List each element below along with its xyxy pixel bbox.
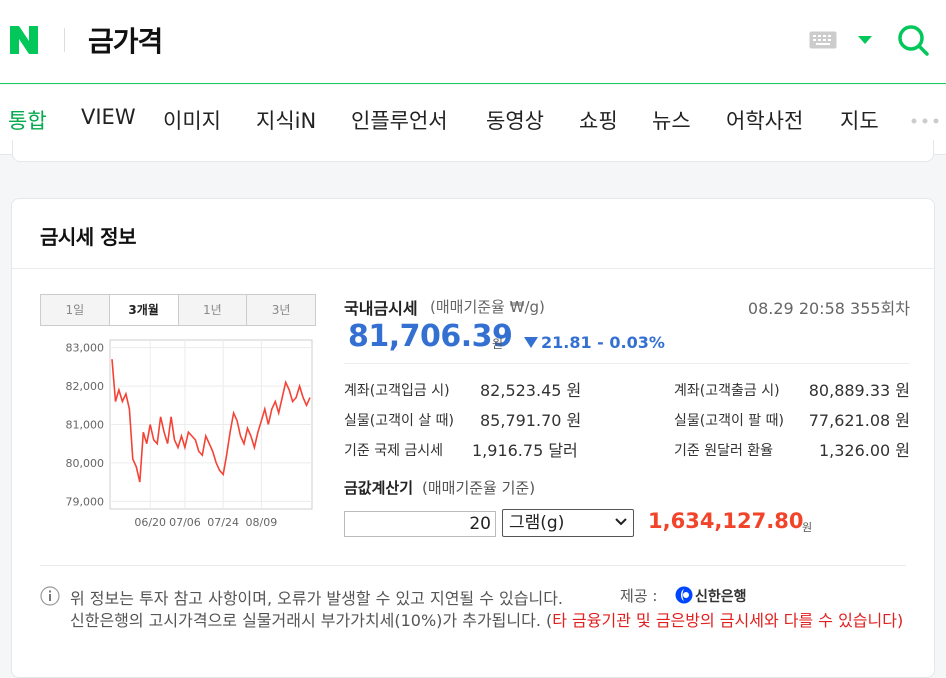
calculator-basis: (매매기준율 기준)	[422, 479, 536, 497]
chart-y-tick-label: 79,000	[66, 495, 105, 508]
domestic-price-title: 국내금시세	[344, 299, 418, 318]
period-tab-1d[interactable]: 1일	[41, 295, 110, 325]
naver-logo[interactable]	[8, 24, 40, 56]
tab-news[interactable]: 뉴스	[652, 105, 691, 135]
keyboard-icon[interactable]	[809, 31, 837, 49]
notice-text: 위 정보는 투자 참고 사항이며, 오류가 발생할 수 있고 지연될 수 있습니…	[70, 589, 563, 608]
shinhan-bank-logo-icon	[675, 586, 693, 604]
exchange-rate-value: 1,326.00 원	[818, 441, 910, 460]
physical-sell-label: 실물(고객이 팔 때)	[674, 413, 784, 429]
more-tabs-icon[interactable]	[911, 118, 945, 124]
notice-divider	[40, 565, 906, 566]
update-timestamp: 08.29 20:58 355회차	[747, 299, 910, 318]
search-icon[interactable]	[896, 23, 930, 57]
unit-select-value: 그램(g)	[509, 513, 565, 533]
calculated-result: 1,634,127.80	[648, 509, 804, 533]
vat-notice-text: 신한은행의 고시가격으로 실물거래시 부가가치세(10%)가 추가됩니다. (	[70, 611, 553, 630]
chart-y-tick-label: 82,000	[66, 380, 105, 393]
provider-name: 신한은행	[695, 589, 747, 605]
account-deposit-value: 82,523.45 원	[480, 381, 582, 400]
calculator-title: 금값계산기	[344, 479, 414, 497]
account-withdraw-value: 80,889.33 원	[808, 381, 910, 400]
period-tab-3m[interactable]: 3개월	[109, 295, 179, 325]
chevron-down-icon	[615, 518, 627, 526]
intl-price-value: 1,916.75 달러	[472, 441, 578, 460]
provider-label: 제공 :	[620, 587, 658, 605]
tab-view[interactable]: VIEW	[81, 105, 136, 129]
card-title: 금시세 정보	[40, 225, 136, 249]
tab-knowledge-in[interactable]: 지식iN	[256, 105, 316, 135]
chart-x-tick-label: 07/24	[207, 516, 239, 529]
intl-price-label: 기준 국제 금시세	[344, 443, 444, 459]
period-tab-1y[interactable]: 1년	[179, 295, 248, 325]
tab-shopping[interactable]: 쇼핑	[579, 105, 618, 135]
vat-notice: 신한은행의 고시가격으로 실물거래시 부가가치세(10%)가 추가됩니다. (타…	[70, 609, 910, 633]
top-header: 금가격	[0, 0, 946, 84]
exchange-rate-label: 기준 원달러 환율	[674, 443, 774, 459]
account-deposit-label: 계좌(고객입금 시)	[344, 383, 450, 399]
account-withdraw-label: 계좌(고객출금 시)	[674, 383, 780, 399]
chart-y-tick-label: 80,000	[66, 457, 105, 470]
tab-images[interactable]: 이미지	[163, 105, 221, 135]
tab-integrated[interactable]: 통합	[8, 105, 47, 135]
physical-sell-value: 77,621.08 원	[808, 411, 910, 430]
header-divider	[64, 28, 65, 52]
price-change: 21.81 - 0.03%	[524, 333, 665, 352]
chart-y-tick-label: 83,000	[66, 342, 105, 355]
domestic-price-basis: (매매기준율 ₩/g)	[430, 298, 545, 316]
vat-notice-warning: 타 금융기관 및 금은방의 금시세와 다를 수 있습니다	[552, 611, 897, 630]
down-triangle-icon	[524, 337, 538, 348]
chart-x-tick-label: 07/06	[169, 516, 201, 529]
search-query-text[interactable]: 금가격	[88, 20, 163, 60]
physical-buy-label: 실물(고객이 살 때)	[344, 413, 454, 429]
period-tabs: 1일 3개월 1년 3년	[40, 294, 316, 326]
previous-section-edge	[12, 140, 934, 162]
chart-y-tick-label: 81,000	[66, 419, 105, 432]
vat-notice-end: )	[896, 611, 904, 630]
info-divider	[344, 363, 910, 364]
tab-video[interactable]: 동영상	[486, 105, 544, 135]
tab-influencer[interactable]: 인플루언서	[351, 105, 448, 135]
chart-x-tick-label: 08/09	[246, 516, 278, 529]
card-divider	[12, 268, 934, 269]
unit-select[interactable]: 그램(g)	[502, 509, 634, 537]
dropdown-arrow-icon[interactable]	[857, 35, 873, 45]
info-icon	[40, 586, 60, 606]
physical-buy-value: 85,791.70 원	[480, 411, 582, 430]
period-tab-3y[interactable]: 3년	[247, 295, 315, 325]
gold-price-line-chart: 83,000 82,000 81,000 80,000 79,000 06/20 07/06…	[66, 339, 313, 529]
result-unit: 원	[802, 521, 813, 534]
tab-dictionary[interactable]: 어학사전	[726, 105, 803, 135]
tab-map[interactable]: 지도	[840, 105, 879, 135]
amount-input[interactable]	[344, 511, 496, 537]
current-price: 81,706.39	[348, 319, 513, 354]
price-unit: 원	[492, 337, 504, 351]
gold-price-card: 금시세 정보 1일 3개월 1년 3년 83,000 82,000 81,000 80…	[11, 198, 935, 678]
chart-x-tick-label: 06/20	[134, 516, 166, 529]
price-change-value: 21.81 - 0.03%	[541, 333, 665, 352]
